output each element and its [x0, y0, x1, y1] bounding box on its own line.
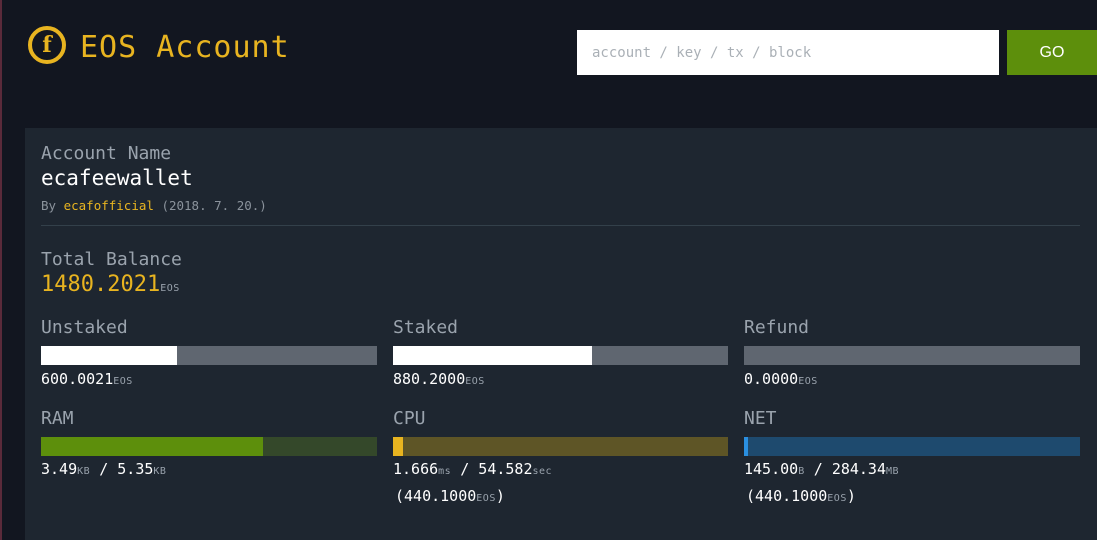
net-stake-close: )	[846, 487, 856, 505]
refund-amount: 0.0000	[744, 370, 799, 388]
net-total-unit: MB	[886, 466, 900, 477]
staked-amount: 880.2000	[393, 370, 466, 388]
ram-used-unit: KB	[77, 466, 91, 477]
cpu-bar	[393, 437, 728, 456]
cpu-stake-open: (	[395, 487, 405, 505]
unstaked-label: Unstaked	[41, 317, 128, 338]
total-balance-label: Total Balance	[41, 249, 182, 270]
ram-bar-fill	[41, 437, 263, 456]
ram-used: 3.49	[41, 460, 78, 478]
staked-bar	[393, 346, 728, 365]
unstaked-unit: EOS	[113, 376, 133, 387]
net-separator: /	[804, 460, 832, 478]
cpu-stake-unit: EOS	[476, 493, 496, 504]
ram-bar	[41, 437, 377, 456]
header: f EOS Account GO	[0, 0, 1097, 110]
account-name-label: Account Name	[41, 143, 172, 164]
unstaked-amount: 600.0021	[41, 370, 114, 388]
balance-unit: EOS	[160, 283, 180, 294]
staked-value: 880.2000EOS	[393, 370, 485, 388]
refund-bar	[744, 346, 1080, 365]
ram-separator: /	[90, 460, 118, 478]
cpu-bar-fill	[393, 437, 403, 456]
refund-label: Refund	[744, 317, 810, 338]
net-stake-amount: 440.1000	[755, 487, 828, 505]
total-balance: 1480.2021EOS	[41, 272, 180, 297]
net-total: 284.34	[831, 460, 886, 478]
refund-unit: EOS	[798, 376, 818, 387]
ram-usage: 3.49KB / 5.35KB	[41, 460, 166, 478]
app-title: EOS Account	[80, 30, 290, 65]
net-usage: 145.00B / 284.34MB	[744, 460, 899, 478]
refund-value: 0.0000EOS	[744, 370, 818, 388]
ram-total-unit: KB	[153, 466, 167, 477]
cpu-separator: /	[451, 460, 479, 478]
by-prefix: By	[41, 198, 57, 213]
cpu-stake-amount: 440.1000	[404, 487, 477, 505]
divider	[41, 225, 1080, 226]
search-input[interactable]	[577, 30, 999, 75]
net-bar	[744, 437, 1080, 456]
logo-icon[interactable]: f	[28, 26, 66, 64]
net-stake-open: (	[746, 487, 756, 505]
net-stake-unit: EOS	[827, 493, 847, 504]
cpu-usage: 1.666ms / 54.582sec	[393, 460, 552, 478]
account-card: Account Name ecafeewallet By ecafofficia…	[25, 128, 1097, 540]
cpu-total-unit: sec	[532, 466, 553, 477]
account-name: ecafeewallet	[41, 166, 193, 190]
unstaked-bar-fill	[41, 346, 177, 365]
balance-amount: 1480.2021	[41, 272, 161, 297]
cpu-stake-close: )	[495, 487, 505, 505]
cpu-total: 54.582	[478, 460, 533, 478]
staked-bar-fill	[393, 346, 592, 365]
net-label: NET	[744, 408, 777, 429]
ram-label: RAM	[41, 408, 74, 429]
unstaked-value: 600.0021EOS	[41, 370, 133, 388]
cpu-stake: (440.1000EOS)	[395, 487, 505, 505]
net-used: 145.00	[744, 460, 799, 478]
cpu-label: CPU	[393, 408, 426, 429]
staked-label: Staked	[393, 317, 459, 338]
net-stake: (440.1000EOS)	[746, 487, 856, 505]
net-bar-fill	[744, 437, 748, 456]
created-by-line: By ecafofficial (2018. 7. 20.)	[41, 198, 267, 213]
cpu-used-unit: ms	[438, 466, 452, 477]
created-date: (2018. 7. 20.)	[161, 198, 267, 213]
logo-letter: f	[42, 32, 52, 58]
cpu-used: 1.666	[393, 460, 439, 478]
unstaked-bar	[41, 346, 377, 365]
creator-link[interactable]: ecafofficial	[64, 198, 154, 213]
staked-unit: EOS	[465, 376, 485, 387]
go-button[interactable]: GO	[1007, 30, 1097, 75]
ram-total: 5.35	[117, 460, 154, 478]
